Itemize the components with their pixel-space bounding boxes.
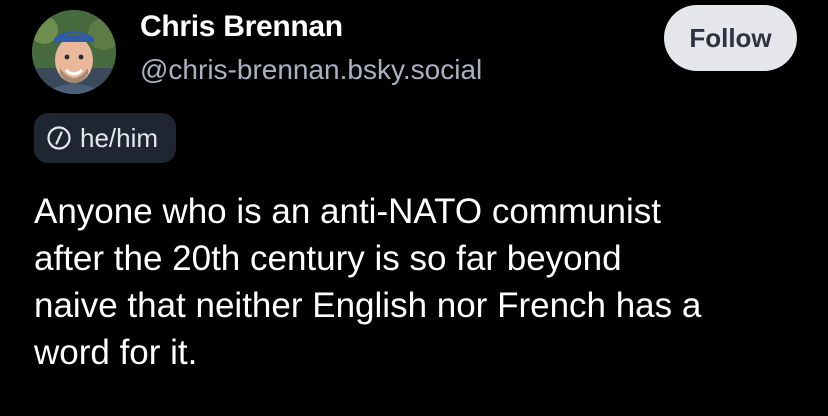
- slash-circle-icon: [46, 125, 72, 151]
- follow-button[interactable]: Follow: [664, 5, 797, 71]
- author-display-name[interactable]: Chris Brennan: [140, 10, 343, 44]
- post-text: Anyone who is an anti-NATO communist aft…: [34, 192, 702, 372]
- avatar-photo-icon: [32, 10, 116, 94]
- author-handle[interactable]: @chris-brennan.bsky.social: [140, 54, 482, 86]
- avatar[interactable]: [32, 10, 116, 94]
- pronouns-label: he/him: [80, 122, 159, 153]
- pronouns-badge: he/him: [34, 113, 177, 163]
